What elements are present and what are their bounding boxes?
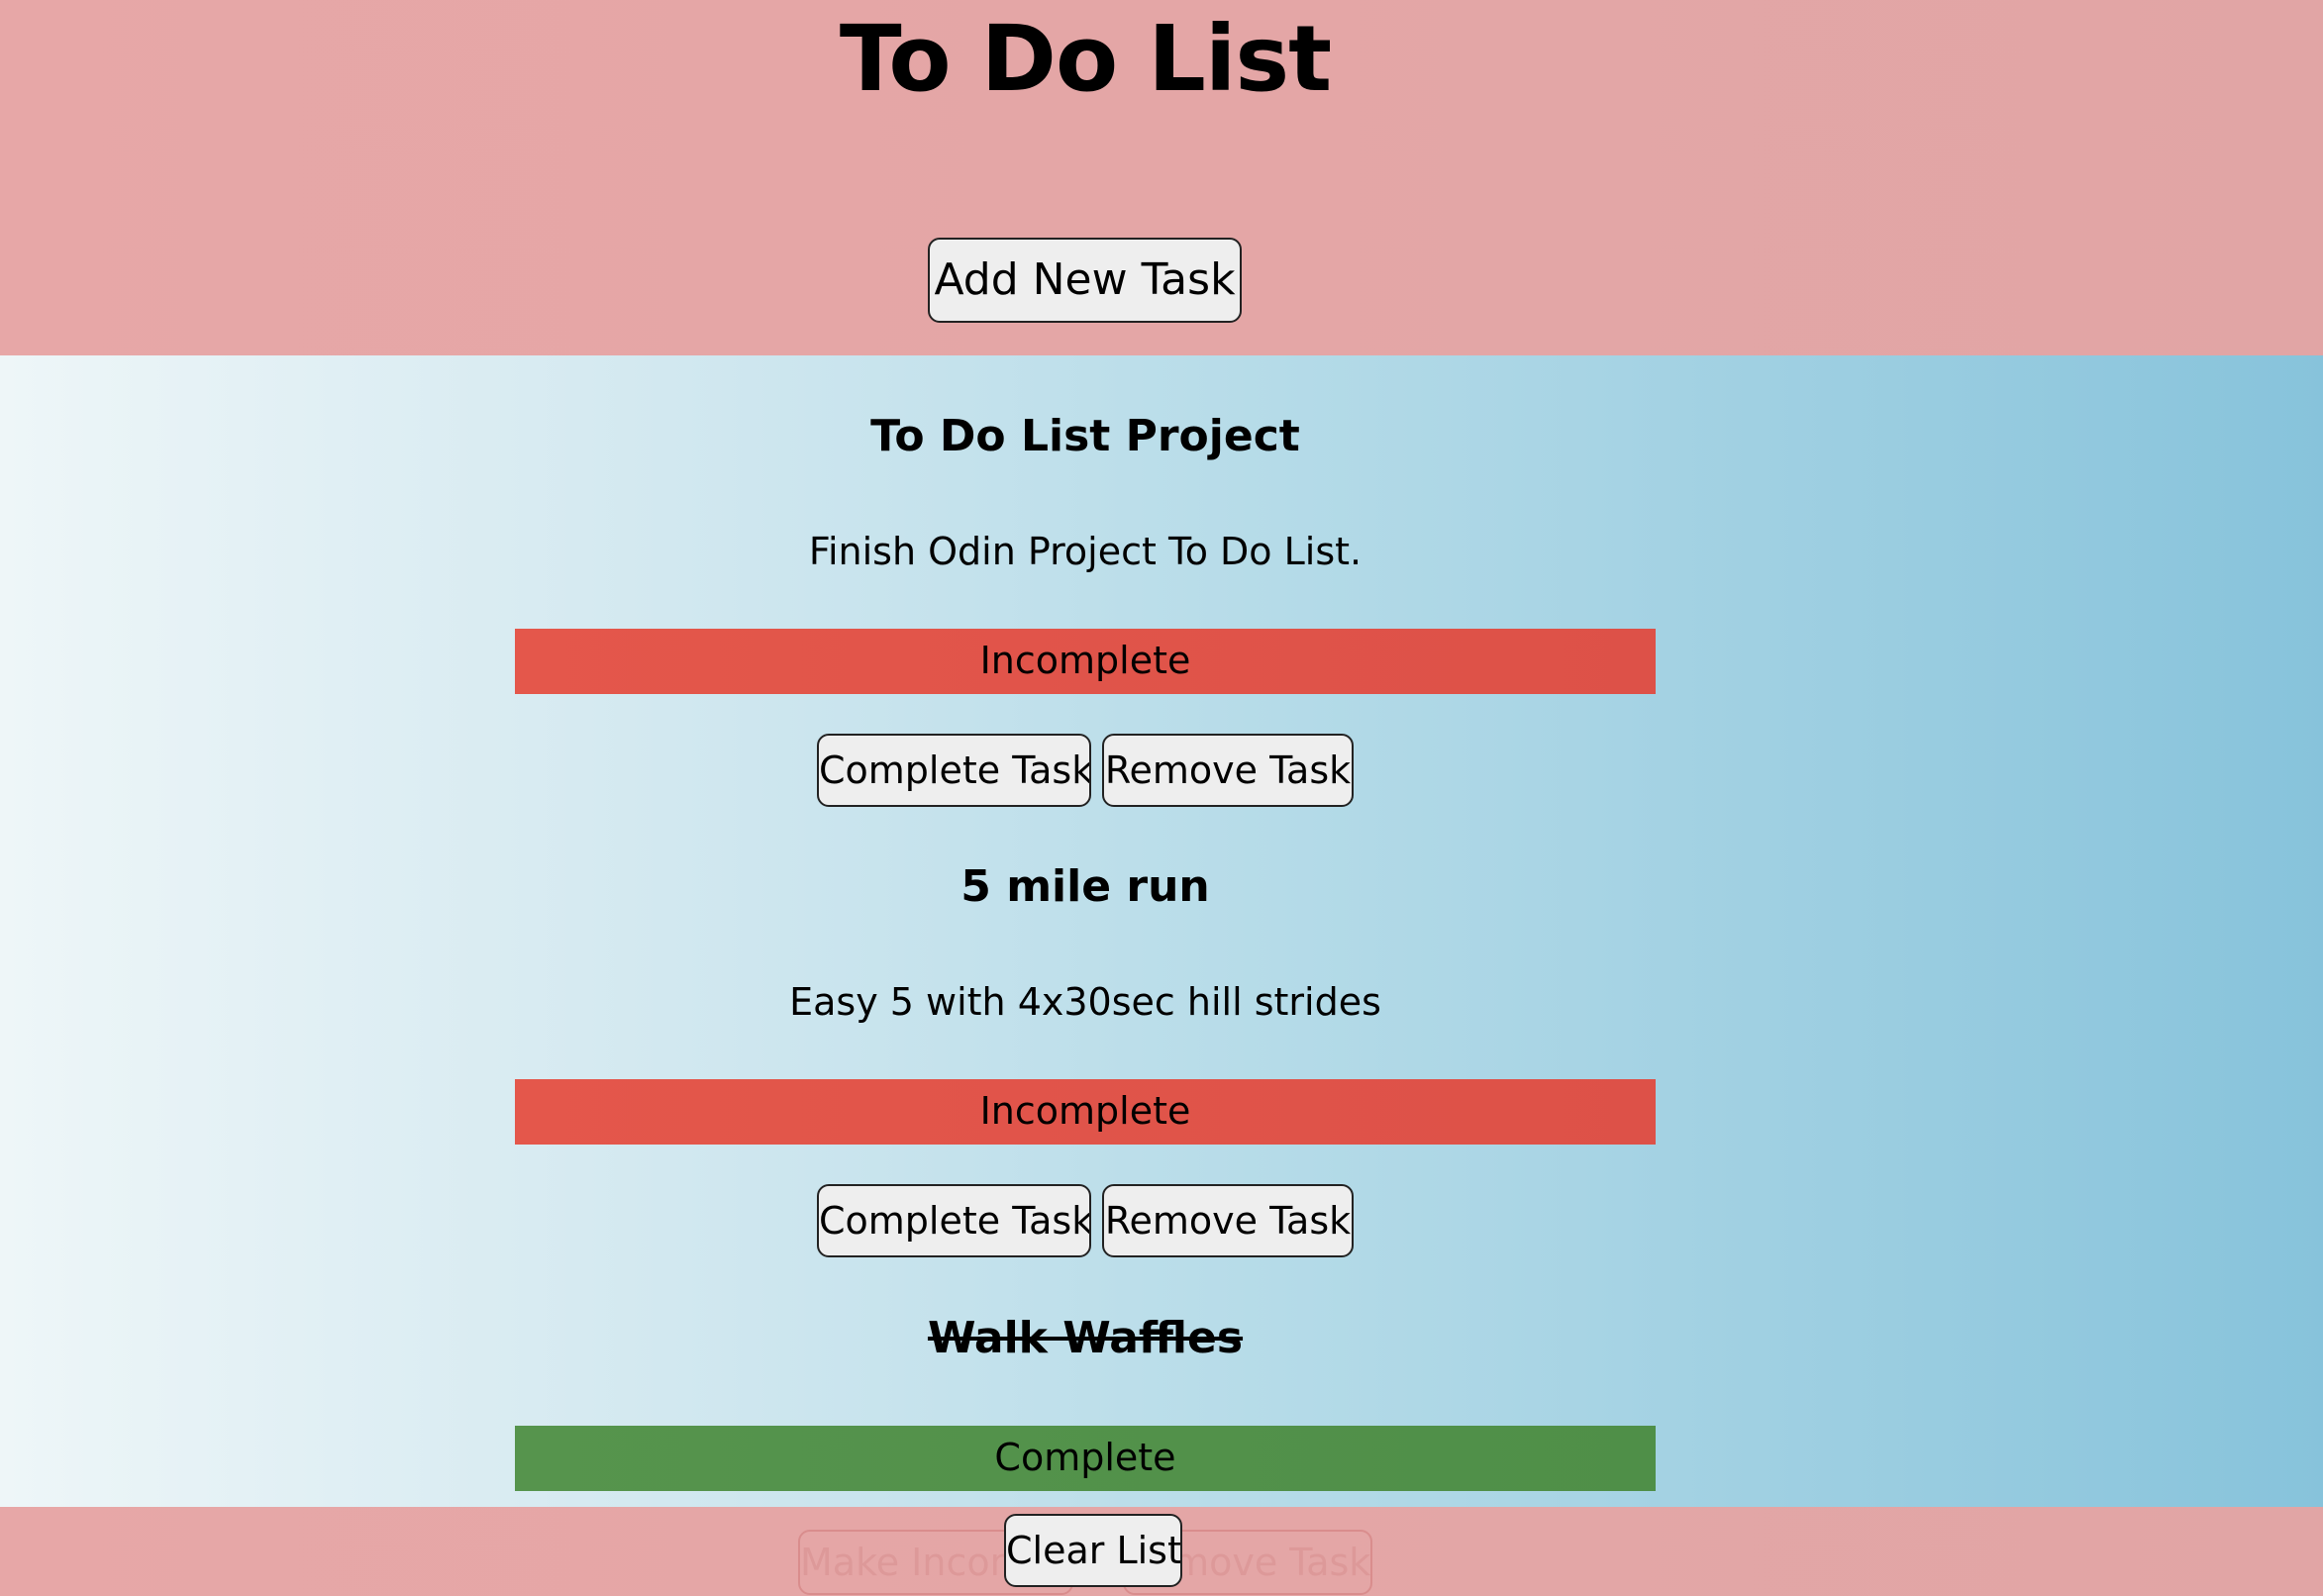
task-title: 5 mile run [960,861,1210,912]
task-description: Finish Odin Project To Do List. [808,530,1363,573]
status-badge: Incomplete [515,1079,1656,1145]
remove-task-button[interactable]: Remove Task [1102,1184,1354,1257]
complete-task-button[interactable]: Complete Task [817,1184,1091,1257]
header: To Do List Add New Task [0,0,2323,355]
complete-task-button[interactable]: Complete Task [817,734,1091,807]
status-badge: Incomplete [515,629,1656,694]
clear-list-button[interactable]: Clear List [1004,1514,1182,1587]
status-badge: Complete [515,1426,1656,1491]
footer: Make Incomplete Remove Task Clear List [0,1507,2323,1596]
task-title: To Do List Project [870,411,1300,461]
add-new-task-button[interactable]: Add New Task [928,238,1242,323]
remove-task-button[interactable]: Remove Task [1102,734,1354,807]
page-title: To Do List [839,6,1332,112]
task-description: Easy 5 with 4x30sec hill strides [789,980,1381,1024]
task-list: To Do List Project Finish Odin Project T… [0,355,2323,1507]
task-title: Walk Waffles [927,1313,1244,1363]
